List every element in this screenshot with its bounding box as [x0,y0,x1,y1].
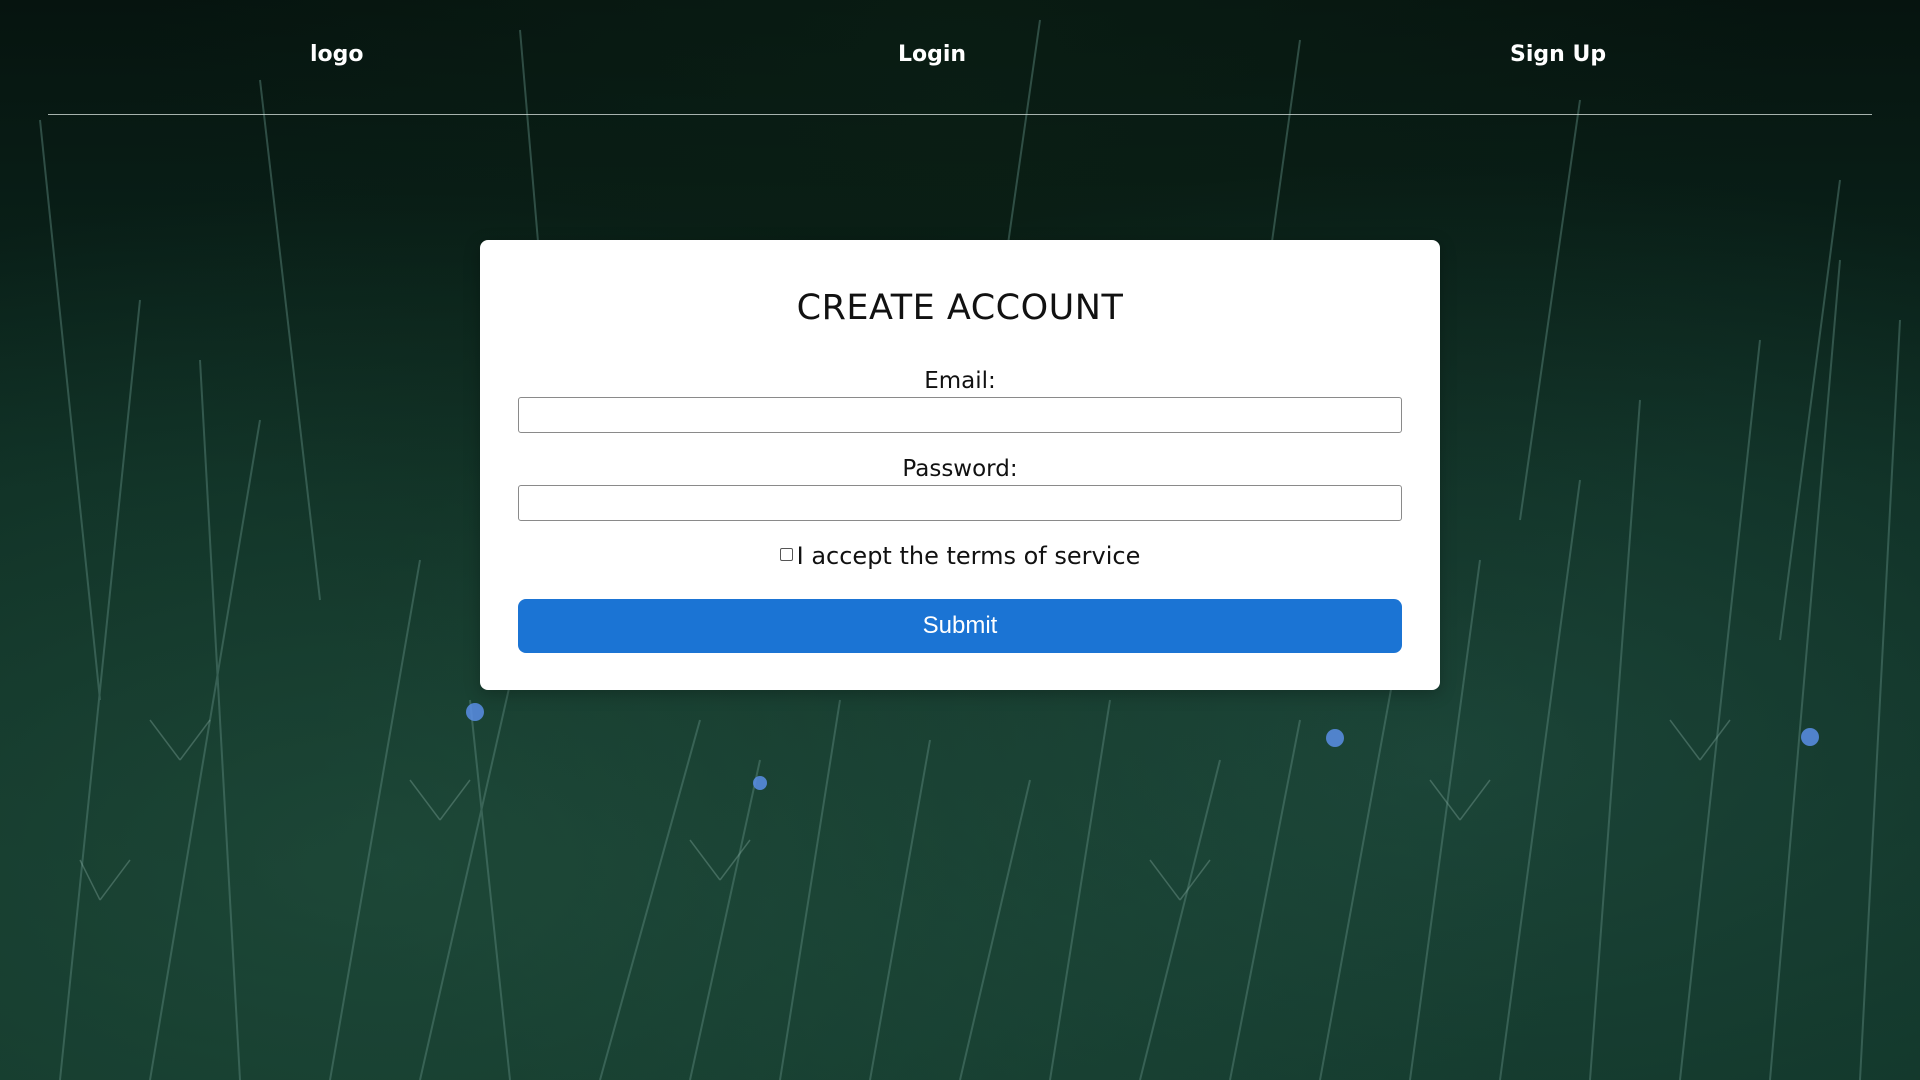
nav-signup-link[interactable]: Sign Up [1510,42,1606,67]
email-label: Email: [924,368,996,394]
terms-label: I accept the terms of service [796,542,1141,570]
terms-checkbox[interactable] [779,547,793,561]
create-account-card: CREATE ACCOUNT Email: Password: I accept… [480,240,1440,690]
form-title: CREATE ACCOUNT [796,288,1124,328]
terms-row: I accept the terms of service [480,542,1440,570]
nav-login-link[interactable]: Login [898,42,966,67]
submit-button[interactable]: Submit [518,599,1402,653]
password-label: Password: [902,456,1018,482]
top-nav: logo Login Sign Up [48,0,1872,115]
email-field[interactable] [518,397,1402,433]
nav-logo-link[interactable]: logo [310,42,364,67]
password-field[interactable] [518,485,1402,521]
